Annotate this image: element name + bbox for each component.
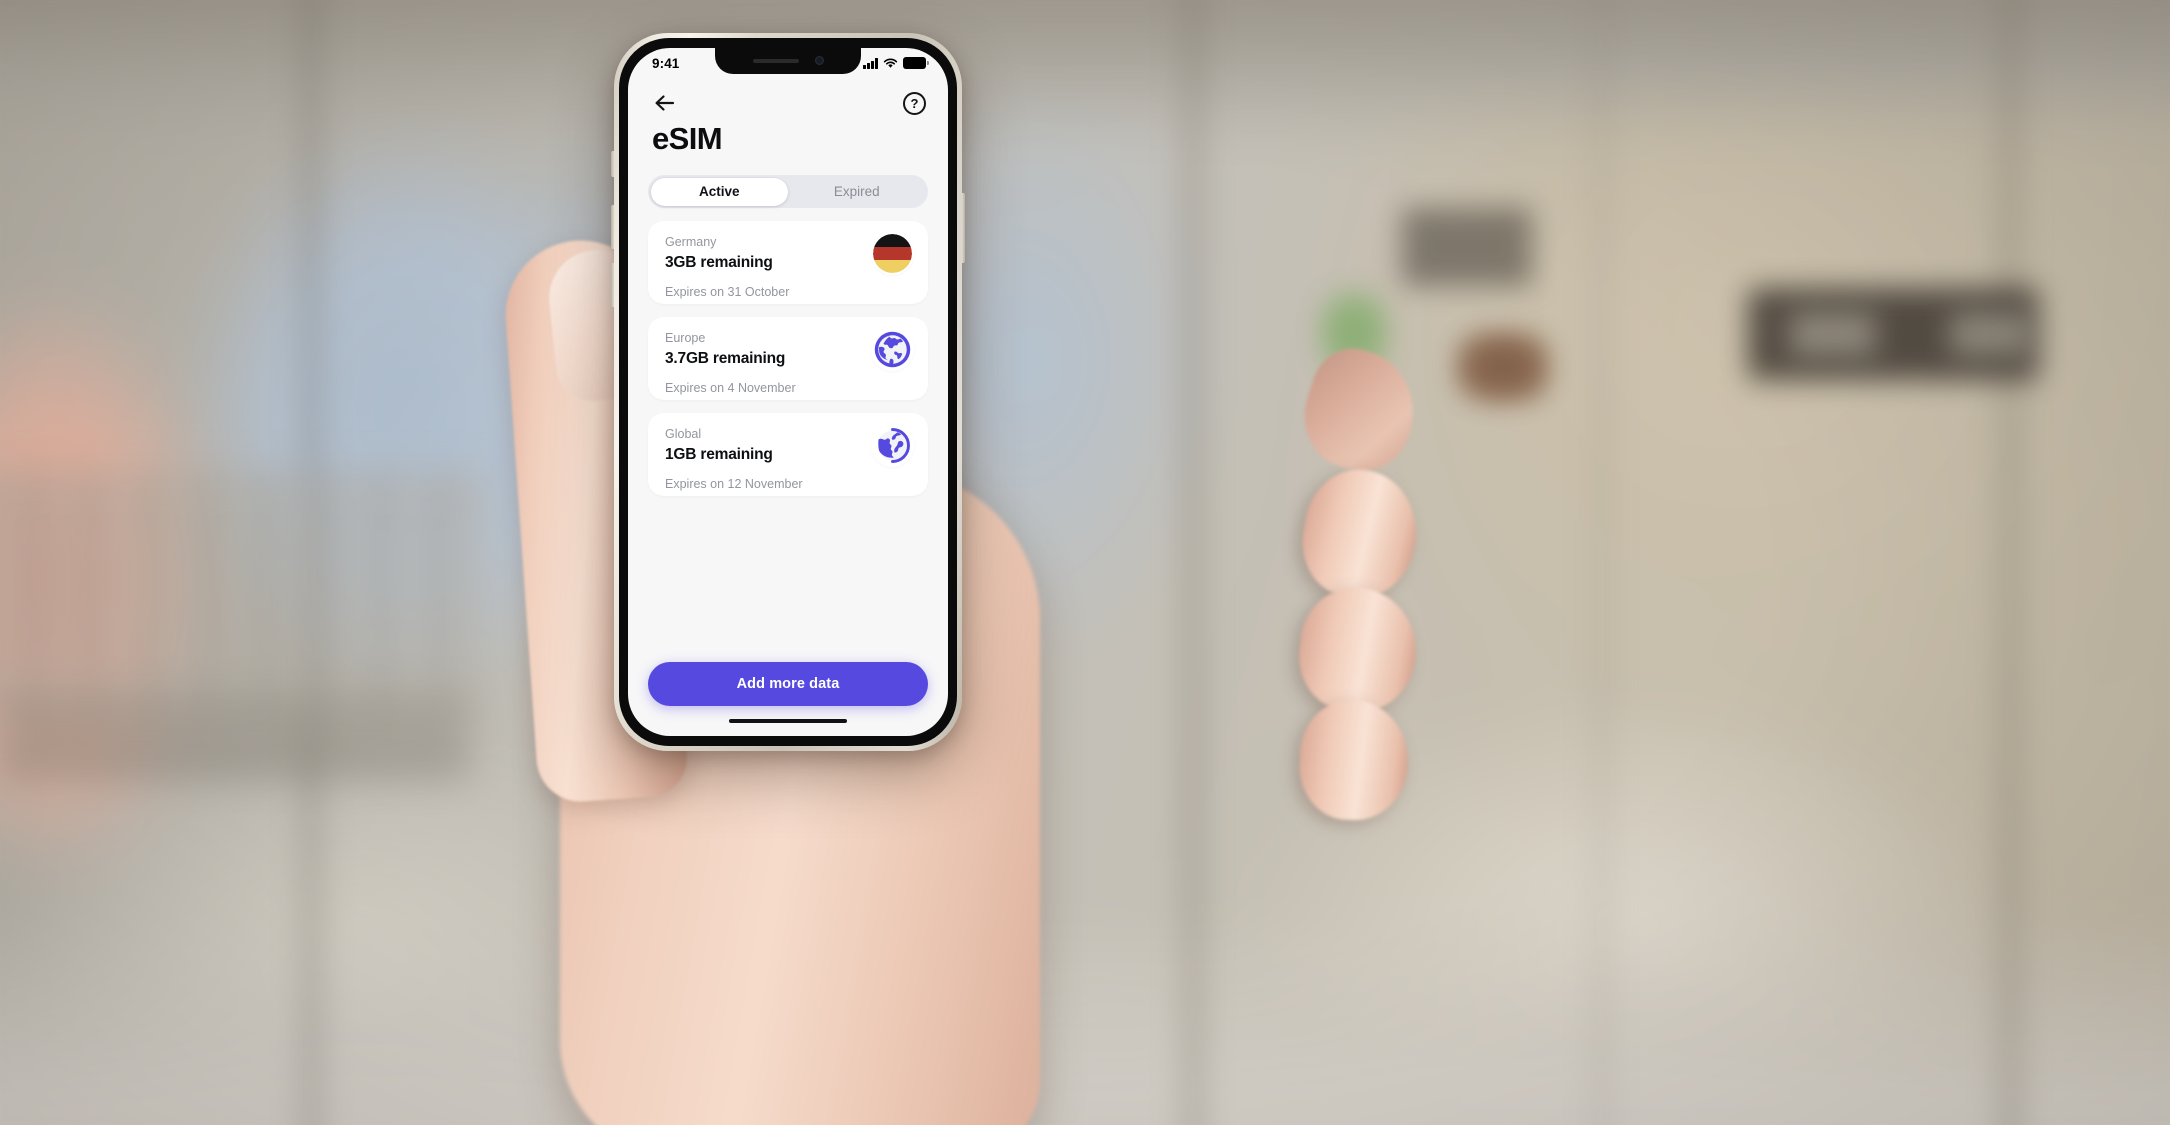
index-finger [1290,338,1430,484]
earpiece-speaker [752,58,799,63]
status-icon-group [863,57,929,69]
finger-knuckle [1294,462,1426,606]
battery-icon [903,57,929,69]
finger-knuckle [1297,698,1411,822]
device-notch [715,48,861,74]
scene-root: 9:41 ? eSIM Active Expired Germany 3GB r… [0,0,2170,1125]
front-camera [814,56,824,65]
wifi-icon [883,58,898,69]
fingers-foreground [0,0,2170,1125]
status-time: 9:41 [652,55,680,71]
cellular-signal-icon [863,58,878,69]
finger-knuckle [1294,583,1422,717]
